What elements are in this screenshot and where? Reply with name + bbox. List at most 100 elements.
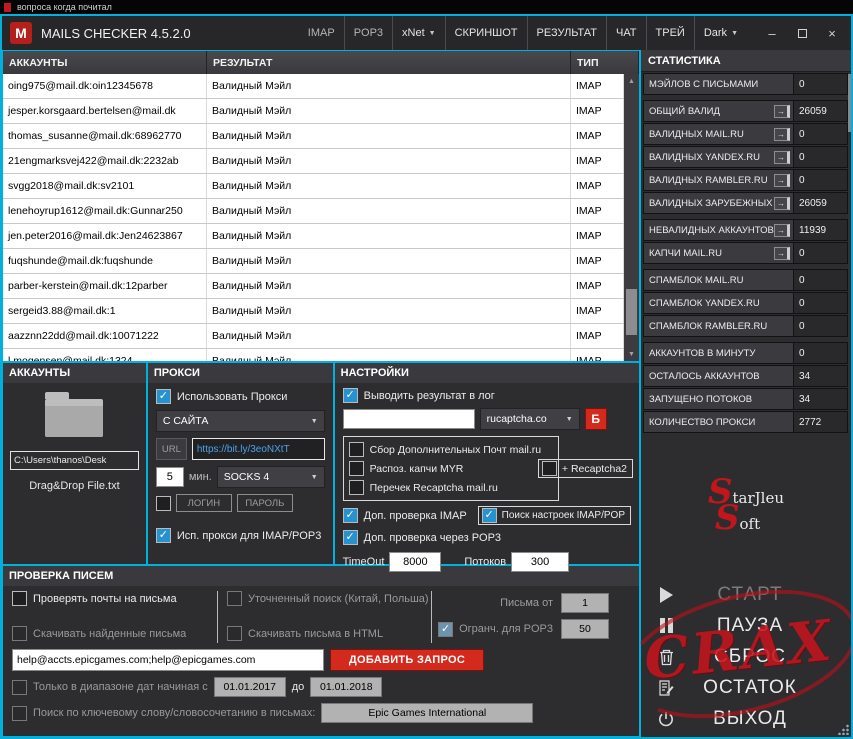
recaptcha2-checkbox[interactable]: ✓ + Recaptcha2 — [537, 459, 633, 478]
table-row[interactable]: parber-kerstein@mail.dk:12parber Валидны… — [3, 274, 624, 299]
table-row[interactable]: sergeid3.88@mail.dk:1 Валидный Мэйл IMAP — [3, 299, 624, 324]
folder-icon[interactable] — [45, 392, 104, 437]
search-query-input[interactable] — [12, 649, 324, 671]
menu-item-label: Dark — [703, 27, 728, 39]
start-button[interactable]: СТАРТ — [645, 580, 847, 609]
minimize-button[interactable]: – — [757, 16, 787, 50]
menu-item[interactable]: ТРЕЙ ▼ — [645, 16, 694, 50]
proxy-login-field[interactable]: ЛОГИН — [175, 494, 232, 512]
export-icon[interactable]: → — [774, 127, 790, 141]
stat-value: 34 — [794, 388, 848, 410]
scrollbar-thumb[interactable] — [626, 289, 637, 335]
proxy-source-select[interactable]: С САЙТА ▼ — [155, 410, 325, 432]
close-button[interactable]: × — [817, 16, 847, 50]
table-scrollbar[interactable]: ▲ ▼ — [624, 74, 639, 361]
proxy-for-imap-checkbox[interactable]: ✓ Исп. прокси для IMAP/POP3 — [155, 528, 321, 543]
export-icon[interactable]: → — [774, 223, 790, 237]
table-row[interactable]: svgg2018@mail.dk:sv2101 Валидный Мэйл IM… — [3, 174, 624, 199]
menu-item[interactable]: СКРИНШОТ ▼ — [444, 16, 527, 50]
check-letters-checkbox[interactable]: ✓ Проверять почты на письма — [12, 591, 217, 606]
reset-button[interactable]: СБРОС — [645, 642, 847, 671]
remainder-button[interactable]: ОСТАТОК — [645, 673, 847, 702]
menu-item[interactable]: POP3 ▼ — [343, 16, 392, 50]
balance-button[interactable]: Б — [584, 408, 607, 430]
resize-grip[interactable] — [838, 724, 849, 735]
proxy-auth-checkbox[interactable]: ✓ — [155, 495, 171, 511]
pop3-limit-checkbox[interactable]: ✓ Огранч. для POP3 — [438, 621, 553, 637]
proxy-type-value: SOCKS 4 — [223, 471, 270, 483]
menu-item[interactable]: ЧАТ ▼ — [605, 16, 646, 50]
stat-label: СПАМБЛОК MAIL.RU — [649, 274, 744, 286]
result-cell: Валидный Мэйл — [207, 74, 571, 98]
download-html-checkbox[interactable]: ✓ Скачивать письма в HTML — [227, 626, 431, 641]
add-query-button[interactable]: ДОБАВИТЬ ЗАПРОС — [330, 649, 484, 671]
stat-row: СПАМБЛОК MAIL.RU → 0 — [643, 269, 848, 291]
recheck-recaptcha-checkbox[interactable]: ✓ Перечек Recaptcha mail.ru — [348, 478, 553, 497]
keyword-search-checkbox[interactable]: ✓ Поиск по ключевому слову/словосочетани… — [12, 705, 315, 721]
date-from-input[interactable] — [213, 677, 286, 697]
menu-item[interactable]: РЕЗУЛЬТАТ ▼ — [526, 16, 606, 50]
captcha-service-select[interactable]: rucaptcha.co ▼ — [479, 408, 580, 430]
recognize-captcha-checkbox[interactable]: ✓ Распоз. капчи MYR — [348, 459, 553, 478]
account-cell: jesper.korsgaard.bertelsen@mail.dk — [3, 99, 207, 123]
threads-input[interactable] — [511, 552, 570, 572]
letters-from-input[interactable] — [561, 593, 609, 613]
date-to-input[interactable] — [310, 677, 383, 697]
table-row[interactable]: aazznn22dd@mail.dk:10071222 Валидный Мэй… — [3, 324, 624, 349]
export-icon[interactable]: → — [774, 104, 790, 118]
proxy-password-field[interactable]: ПАРОЛЬ — [236, 494, 293, 512]
check-icon: ✓ — [156, 529, 170, 542]
scroll-up-icon[interactable]: ▲ — [624, 74, 639, 88]
date-range-checkbox[interactable]: ✓ Только в диапазоне дат начиная с — [12, 679, 208, 695]
search-settings-checkbox[interactable]: ✓ Поиск настроек IMAP/POP — [477, 506, 631, 525]
table-row[interactable]: 21engmarksvej422@mail.dk:2232ab Валидный… — [3, 149, 624, 174]
table-row[interactable]: thomas_susanne@mail.dk:68962770 Валидный… — [3, 124, 624, 149]
maximize-button[interactable] — [787, 16, 817, 50]
proxy-url-input[interactable]: https://bit.ly/3eoNXtT — [191, 438, 325, 460]
type-cell: IMAP — [571, 124, 624, 148]
accounts-file-path[interactable]: C:\Users\thanos\Desk — [10, 451, 139, 470]
table-body: oing975@mail.dk:oin12345678 Валидный Мэй… — [3, 74, 624, 361]
column-header-accounts[interactable]: АККАУНТЫ — [3, 51, 207, 74]
refined-search-checkbox[interactable]: ✓ Уточненный поиск (Китай, Польша) — [227, 591, 431, 606]
captcha-key-input[interactable] — [342, 409, 475, 429]
type-cell: IMAP — [571, 99, 624, 123]
checkbox: ✓ — [12, 705, 27, 721]
column-header-result[interactable]: РЕЗУЛЬТАТ — [207, 51, 571, 74]
table-row[interactable]: oing975@mail.dk:oin12345678 Валидный Мэй… — [3, 74, 624, 99]
settings-panel: НАСТРОЙКИ ✓ Выводить результат в лог ruc… — [333, 362, 640, 572]
column-header-type[interactable]: ТИП — [571, 51, 639, 74]
table-row[interactable]: fuqshunde@mail.dk:fuqshunde Валидный Мэй… — [3, 249, 624, 274]
log-output-checkbox[interactable]: ✓ Выводить результат в лог — [342, 388, 495, 403]
table-row[interactable]: lenehoyrup1612@mail.dk:Gunnar250 Валидны… — [3, 199, 624, 224]
export-icon[interactable]: → — [774, 196, 790, 210]
table-row[interactable]: jesper.korsgaard.bertelsen@mail.dk Валид… — [3, 99, 624, 124]
menu-item[interactable]: IMAP ▼ — [299, 16, 344, 50]
proxy-interval-input[interactable] — [155, 467, 184, 487]
collect-mailru-checkbox[interactable]: ✓ Сбор Дополнительных Почт mail.ru — [348, 440, 553, 459]
extra-imap-checkbox[interactable]: ✓ Доп. проверка IMAP — [342, 508, 467, 523]
exit-button[interactable]: ВЫХОД — [645, 704, 847, 733]
stat-label: ВАЛИДНЫХ MAIL.RU — [649, 128, 744, 140]
timeout-input[interactable] — [389, 552, 442, 572]
download-found-checkbox[interactable]: ✓ Скачивать найденные письма — [12, 626, 217, 641]
use-proxy-checkbox[interactable]: ✓ Использовать Прокси — [155, 389, 287, 404]
menu-item[interactable]: xNet ▼ — [392, 16, 445, 50]
scroll-down-icon[interactable]: ▼ — [624, 347, 639, 361]
proxy-type-select[interactable]: SOCKS 4 ▼ — [216, 466, 325, 488]
table-row[interactable]: l.mogensen@mail.dk:1324 Валидный Мэйл IM… — [3, 349, 624, 361]
export-icon[interactable]: → — [774, 150, 790, 164]
export-icon[interactable]: → — [774, 246, 790, 260]
table-row[interactable]: jen.peter2016@mail.dk:Jen24623867 Валидн… — [3, 224, 624, 249]
export-icon[interactable]: → — [774, 173, 790, 187]
pause-button[interactable]: ПАУЗА — [645, 611, 847, 640]
stat-value: 26059 — [794, 100, 848, 122]
keyword-input[interactable] — [321, 703, 534, 723]
extra-pop3-checkbox[interactable]: ✓ Доп. проверка через POP3 — [342, 530, 501, 545]
letters-to-input[interactable] — [561, 619, 609, 639]
stat-label-cell: НЕВАЛИДНЫХ АККАУНТОВ → — [643, 219, 794, 241]
stat-value: 0 — [794, 123, 848, 145]
scrollbar-thumb[interactable] — [848, 74, 851, 132]
stats-scrollbar[interactable] — [848, 74, 851, 430]
menu-item[interactable]: Dark ▼ — [693, 16, 747, 50]
